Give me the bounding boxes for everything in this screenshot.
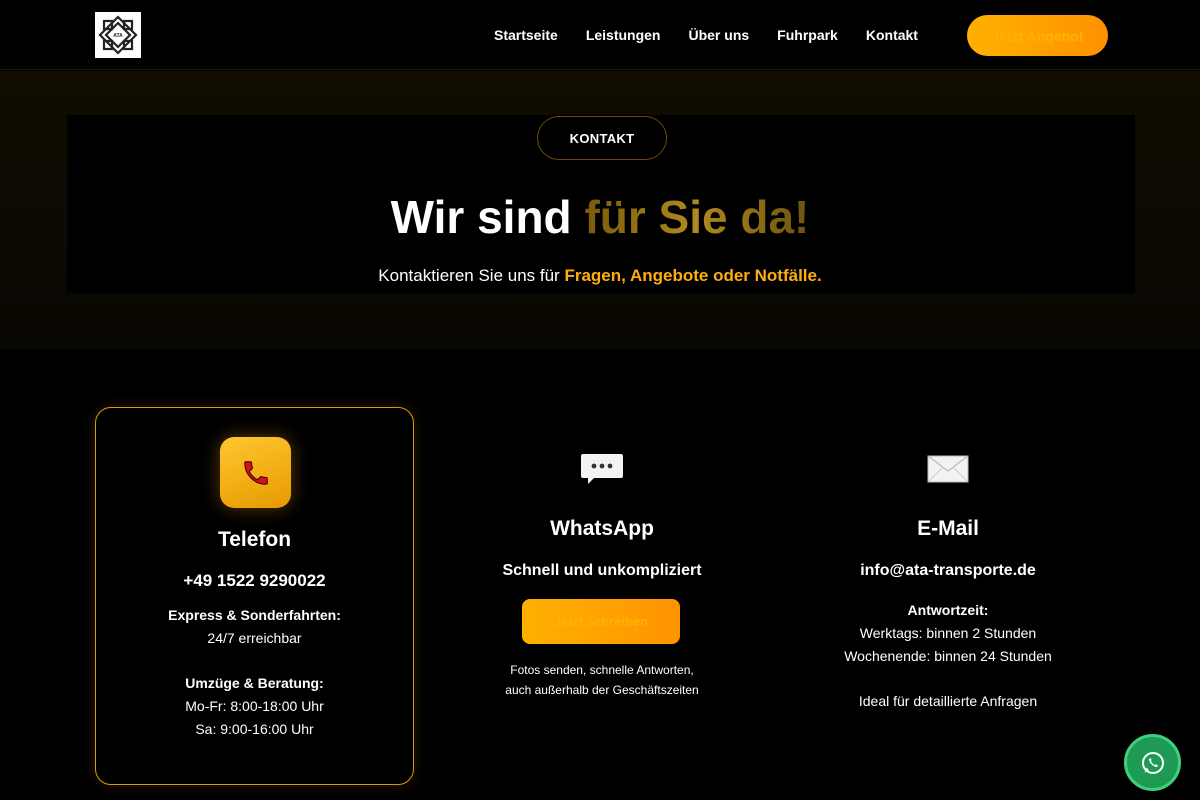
- email-title: E-Mail: [917, 517, 979, 540]
- main-navigation: Startseite Leistungen Über uns Fuhrpark …: [494, 24, 918, 46]
- nav-leistungen[interactable]: Leistungen: [586, 24, 661, 46]
- page-title: Wir sind für Sie da!: [0, 190, 1200, 244]
- title-white-part: Wir sind: [390, 191, 572, 243]
- phone-number[interactable]: +49 1522 9290022: [96, 571, 413, 591]
- response-weekend: Wochenende: binnen 24 Stunden: [844, 648, 1052, 664]
- whatsapp-tagline: Schnell und unkompliziert: [502, 562, 702, 579]
- phone-card[interactable]: Telefon +49 1522 9290022 Express & Sonde…: [95, 407, 414, 785]
- moving-label: Umzüge & Beratung:: [185, 675, 324, 691]
- whatsapp-note-line1: Fotos senden, schnelle Antworten,: [510, 663, 694, 677]
- subtitle-text: Kontaktieren Sie uns für: [378, 266, 560, 285]
- response-label: Antwortzeit:: [907, 602, 989, 618]
- logo-emblem-icon: ATA: [98, 15, 138, 55]
- nav-ueber-uns[interactable]: Über uns: [688, 24, 749, 46]
- hours-saturday: Sa: 9:00-16:00 Uhr: [195, 721, 314, 737]
- write-now-button[interactable]: Jetzt schreiben: [522, 599, 680, 644]
- email-address[interactable]: info@ata-transporte.de: [798, 561, 1098, 581]
- nav-fuhrpark[interactable]: Fuhrpark: [777, 24, 838, 46]
- envelope-icon: [927, 455, 969, 483]
- title-gold-part: für Sie da!: [584, 191, 810, 243]
- get-quote-button[interactable]: Jetzt Angebot: [967, 15, 1108, 56]
- company-logo[interactable]: ATA: [95, 12, 141, 58]
- hero-subtitle: Kontaktieren Sie uns für Fragen, Angebot…: [0, 266, 1200, 286]
- express-value: 24/7 erreichbar: [207, 630, 302, 646]
- whatsapp-note-line2: auch außerhalb der Geschäftszeiten: [505, 683, 699, 697]
- site-header: ATA Startseite Leistungen Über uns Fuhrp…: [0, 0, 1200, 70]
- subtitle-highlight: Fragen, Angebote oder Notfälle.: [564, 266, 822, 285]
- response-weekday: Werktags: binnen 2 Stunden: [859, 625, 1037, 641]
- express-label: Express & Sonderfahrten:: [168, 607, 341, 623]
- svg-text:ATA: ATA: [113, 33, 123, 39]
- whatsapp-card: WhatsApp Schnell und unkompliziert Jetzt…: [452, 440, 752, 740]
- whatsapp-icon: [1141, 751, 1164, 774]
- telephone-icon: [220, 437, 291, 508]
- nav-kontakt[interactable]: Kontakt: [866, 24, 918, 46]
- ideal-note: Ideal für detaillierte Anfragen: [858, 693, 1038, 709]
- hours-weekday: Mo-Fr: 8:00-18:00 Uhr: [185, 698, 324, 714]
- whatsapp-title: WhatsApp: [550, 517, 654, 540]
- section-badge: KONTAKT: [537, 116, 667, 160]
- phone-title: Telefon: [217, 528, 292, 551]
- nav-startseite[interactable]: Startseite: [494, 24, 558, 46]
- speech-bubble-icon: [581, 454, 623, 484]
- whatsapp-float-button[interactable]: [1124, 734, 1181, 791]
- email-card: E-Mail info@ata-transporte.de Antwortzei…: [798, 440, 1098, 740]
